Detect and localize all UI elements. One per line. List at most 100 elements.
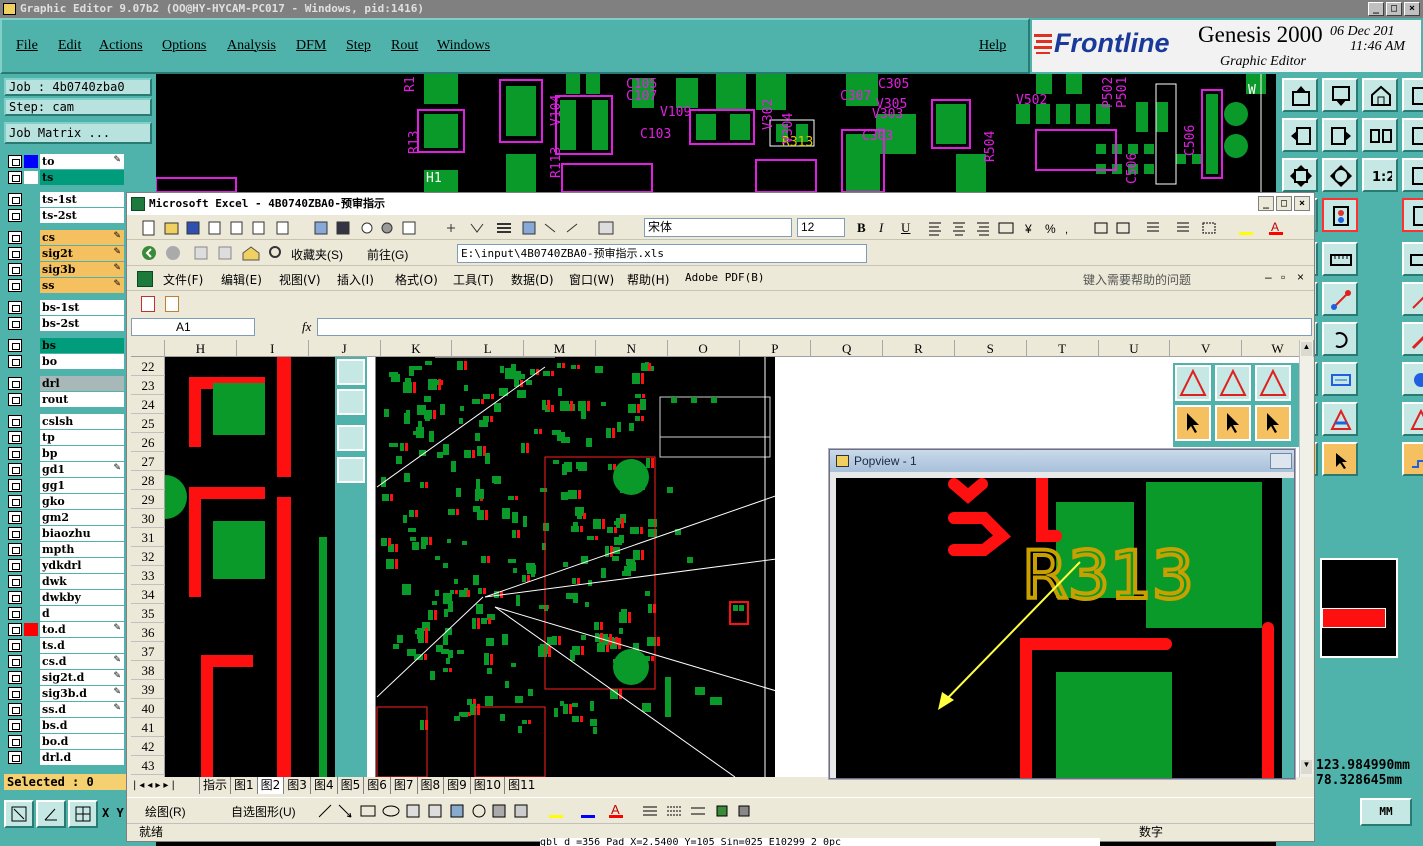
formula-input[interactable] bbox=[317, 318, 1312, 336]
extra-button-8[interactable] bbox=[1402, 362, 1423, 396]
vertical-scrollbar[interactable]: ▲ ▼ bbox=[1299, 340, 1313, 777]
column-header[interactable]: H bbox=[165, 340, 237, 357]
draw-menu[interactable]: 绘图(R) bbox=[145, 803, 186, 820]
layer-row[interactable]: ts bbox=[8, 170, 124, 185]
layer-row[interactable]: tp bbox=[8, 430, 124, 445]
row-header[interactable]: 38 bbox=[131, 661, 165, 680]
genesis-graphic-canvas[interactable]: R1 C105 C107 V109 C103 C305 C307 V305 V3… bbox=[156, 74, 1276, 192]
name-box[interactable]: A1 bbox=[131, 318, 255, 336]
favorites-menu[interactable]: 收藏夹(S) bbox=[291, 246, 343, 263]
layer-row[interactable]: mpth bbox=[8, 542, 124, 557]
help-search-input[interactable]: 键入需要帮助的问题 bbox=[1083, 271, 1191, 288]
zoom-tool-button[interactable] bbox=[4, 800, 34, 828]
layer-row[interactable]: bp bbox=[8, 446, 124, 461]
layer-row[interactable]: bs-1st bbox=[8, 300, 124, 315]
menu-tools-cn[interactable]: 工具(T) bbox=[453, 271, 494, 288]
layer-checkbox[interactable] bbox=[8, 155, 22, 168]
layer-row[interactable]: cs.d ✎ bbox=[8, 654, 124, 669]
down-button[interactable] bbox=[1322, 78, 1358, 112]
menu-actions[interactable]: Actions bbox=[99, 38, 143, 54]
menu-file-cn[interactable]: 文件(F) bbox=[163, 271, 203, 288]
layer-checkbox[interactable] bbox=[8, 415, 22, 428]
layer-row[interactable]: ts.d bbox=[8, 638, 124, 653]
center-button[interactable] bbox=[1322, 158, 1358, 192]
layer-checkbox[interactable] bbox=[8, 511, 22, 524]
layer-row[interactable]: ss ✎ bbox=[8, 278, 124, 293]
layer-row[interactable]: rout bbox=[8, 392, 124, 407]
layer-row[interactable]: gd1 ✎ bbox=[8, 462, 124, 477]
layer-checkbox[interactable] bbox=[8, 171, 22, 184]
column-header[interactable]: I bbox=[237, 340, 309, 357]
layer-row[interactable]: dwkby bbox=[8, 590, 124, 605]
sheet-tab[interactable]: 图10 bbox=[469, 777, 504, 794]
menu-window-cn[interactable]: 窗口(W) bbox=[569, 271, 614, 288]
layer-checkbox[interactable] bbox=[8, 607, 22, 620]
minimize-button[interactable]: _ bbox=[1368, 2, 1384, 16]
sheet-tab[interactable]: 图7 bbox=[389, 777, 417, 794]
doc-minimize-button[interactable]: – bbox=[1265, 270, 1272, 284]
layer-row[interactable]: biaozhu bbox=[8, 526, 124, 541]
layer-row[interactable]: dwk bbox=[8, 574, 124, 589]
layer-checkbox[interactable] bbox=[8, 527, 22, 540]
layer-checkbox[interactable] bbox=[8, 339, 22, 352]
layer-checkbox[interactable] bbox=[8, 393, 22, 406]
menu-step[interactable]: Step bbox=[346, 38, 371, 54]
row-header[interactable]: 29 bbox=[131, 490, 165, 509]
extra-button-2[interactable] bbox=[1402, 118, 1423, 152]
row-header[interactable]: 27 bbox=[131, 452, 165, 471]
underline-button[interactable]: U bbox=[901, 220, 910, 236]
layer-checkbox[interactable] bbox=[8, 719, 22, 732]
line-button[interactable] bbox=[1322, 282, 1358, 316]
sheet-tab[interactable]: 图2 bbox=[256, 777, 284, 794]
extra-button-9[interactable] bbox=[1402, 402, 1423, 436]
row-header[interactable]: 43 bbox=[131, 756, 165, 775]
row-header[interactable]: 36 bbox=[131, 623, 165, 642]
scale-button[interactable]: 1:2 bbox=[1362, 158, 1398, 192]
row-header[interactable]: 42 bbox=[131, 737, 165, 756]
layer-row[interactable]: ss.d ✎ bbox=[8, 702, 124, 717]
row-header[interactable]: 39 bbox=[131, 680, 165, 699]
layer-checkbox[interactable] bbox=[8, 559, 22, 572]
layer-row[interactable]: bs-2st bbox=[8, 316, 124, 331]
layer-checkbox[interactable] bbox=[8, 623, 22, 636]
menu-dfm[interactable]: DFM bbox=[296, 38, 326, 54]
sheet-tab[interactable]: 图3 bbox=[283, 777, 310, 794]
menu-windows[interactable]: Windows bbox=[437, 38, 490, 54]
menu-options[interactable]: Options bbox=[162, 38, 206, 54]
column-header[interactable]: U bbox=[1098, 340, 1171, 357]
select2-button[interactable] bbox=[1322, 442, 1358, 476]
layer-row[interactable]: cslsh bbox=[8, 414, 124, 429]
snap-button[interactable] bbox=[1322, 198, 1358, 232]
tab-nav-arrows[interactable]: |◂◂▸▸| bbox=[133, 777, 178, 794]
extra-button-10[interactable] bbox=[1402, 442, 1423, 476]
mini-view[interactable] bbox=[1320, 558, 1398, 658]
row-header[interactable]: 37 bbox=[131, 642, 165, 661]
row-header[interactable]: 28 bbox=[131, 471, 165, 490]
menu-view-cn[interactable]: 视图(V) bbox=[279, 271, 321, 288]
menu-insert-cn[interactable]: 插入(I) bbox=[337, 271, 374, 288]
sheet-tab[interactable]: 指示 bbox=[199, 777, 230, 794]
row-header[interactable]: 24 bbox=[131, 395, 165, 414]
layer-row[interactable]: drl bbox=[8, 376, 124, 391]
layer-row[interactable]: sig2t.d ✎ bbox=[8, 670, 124, 685]
menu-rout[interactable]: Rout bbox=[391, 38, 418, 54]
row-header[interactable]: 26 bbox=[131, 433, 165, 452]
sheet-tab[interactable]: 图9 bbox=[443, 777, 470, 794]
menu-help-cn[interactable]: 帮助(H) bbox=[627, 271, 669, 288]
layer-checkbox[interactable] bbox=[8, 317, 22, 330]
doc-close-button[interactable]: × bbox=[1297, 270, 1304, 284]
excel-minimize-button[interactable]: _ bbox=[1258, 196, 1274, 211]
grid-tool-button[interactable] bbox=[68, 800, 98, 828]
layer-checkbox[interactable] bbox=[8, 575, 22, 588]
font-name-select[interactable]: 宋体 bbox=[644, 218, 792, 237]
bold-button[interactable]: B bbox=[857, 220, 866, 236]
extra-button-3[interactable] bbox=[1402, 158, 1423, 192]
popview-canvas[interactable]: R313 bbox=[836, 478, 1282, 778]
goto-menu[interactable]: 前往(G) bbox=[367, 246, 408, 263]
pdf-email-icon[interactable] bbox=[165, 296, 179, 312]
layer-checkbox[interactable] bbox=[8, 355, 22, 368]
font-size-select[interactable]: 12 bbox=[797, 218, 845, 237]
layer-checkbox[interactable] bbox=[8, 591, 22, 604]
measure-button[interactable] bbox=[1322, 362, 1358, 396]
swap-button[interactable] bbox=[1362, 118, 1398, 152]
